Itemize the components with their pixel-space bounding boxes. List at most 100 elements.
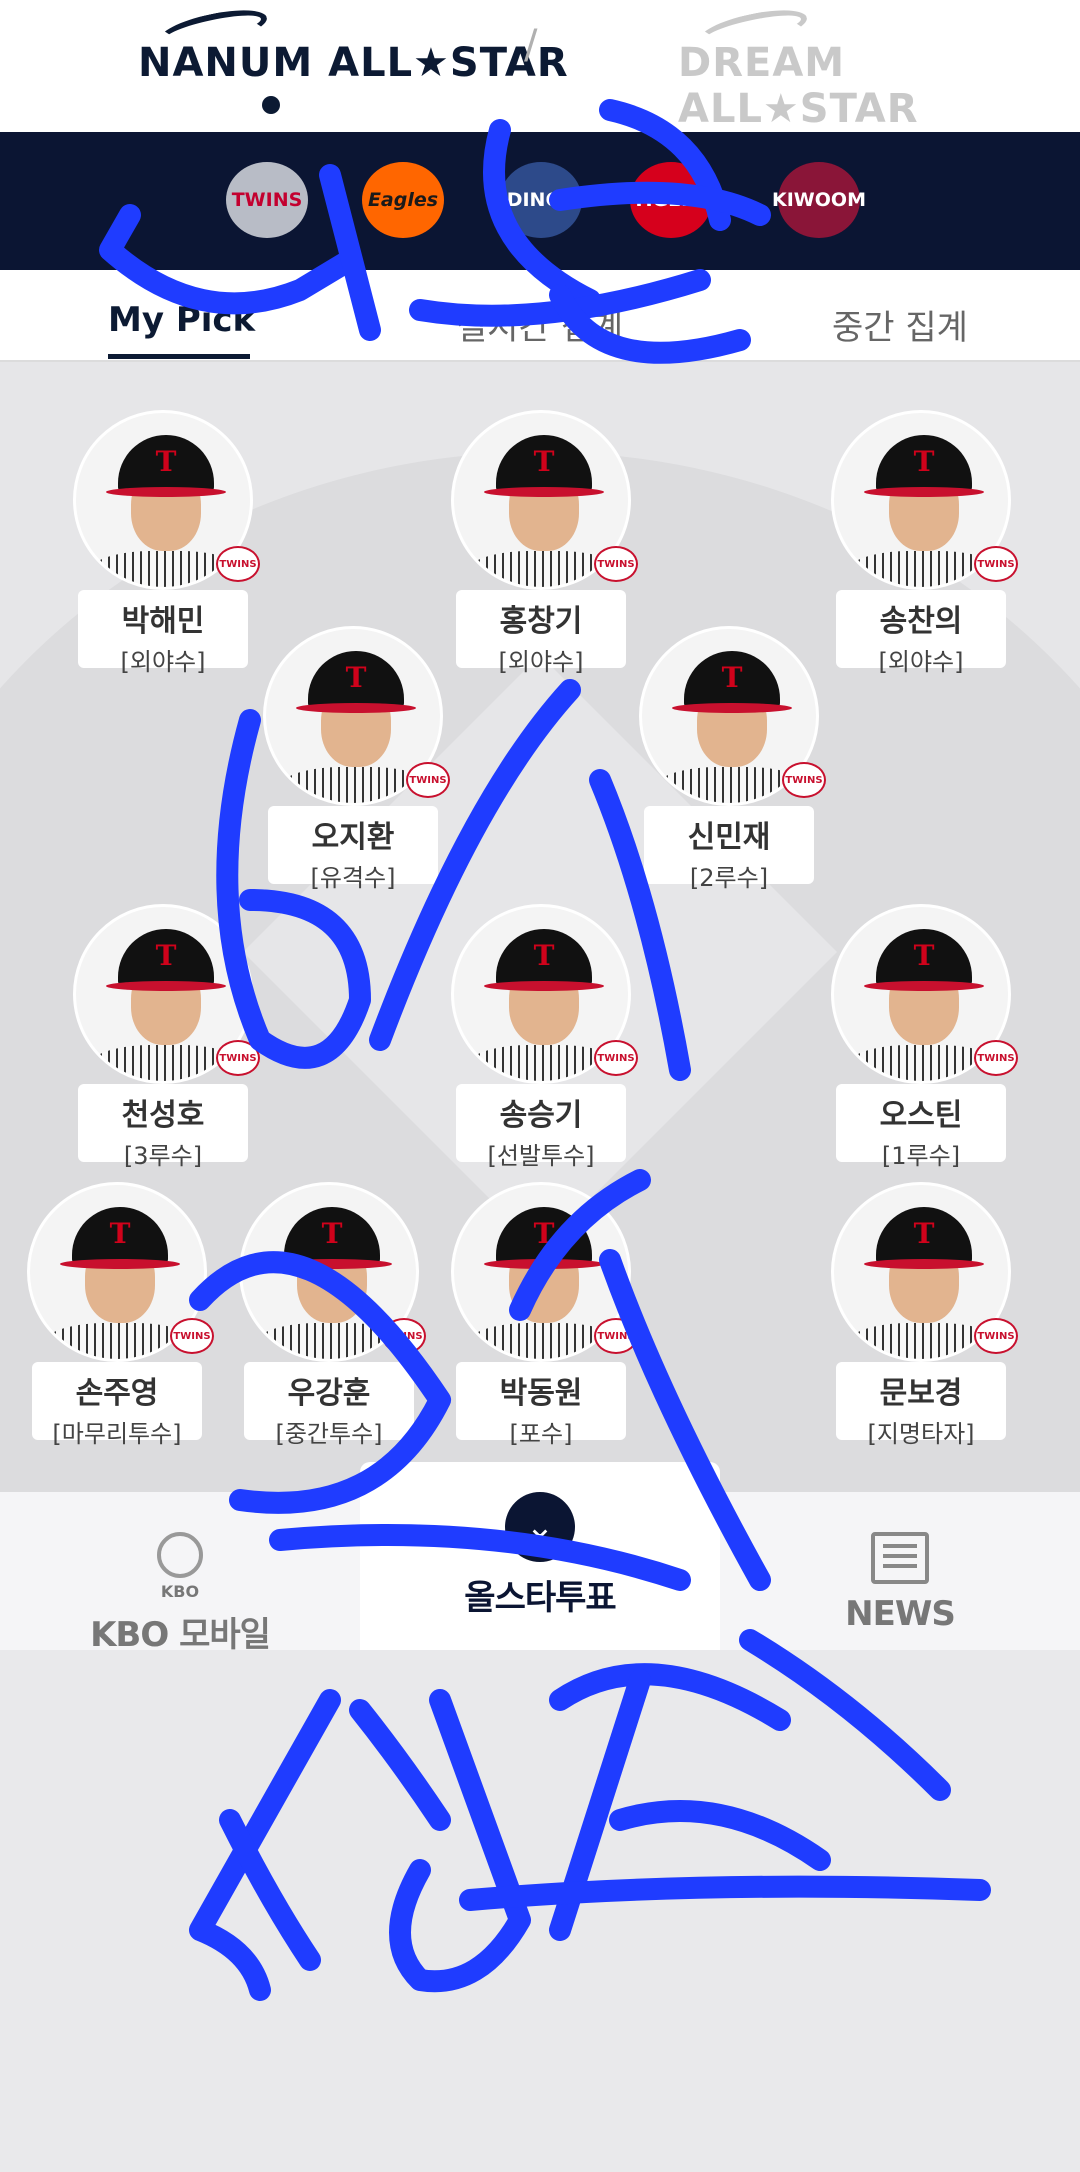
cap-logo-letter: T <box>155 939 177 972</box>
twins-badge-icon: TWINS <box>216 546 260 582</box>
cap-visor <box>272 1259 392 1269</box>
tab-interim[interactable]: 중간 집계 <box>832 300 968 349</box>
cap-icon: T <box>118 435 214 493</box>
tab-my-pick[interactable]: My Pick <box>108 300 255 340</box>
cap-icon: T <box>72 1207 168 1265</box>
player-nameplate: 박동원 [포수] <box>456 1362 626 1448</box>
player-position: [포수] <box>509 1420 573 1448</box>
player-name: 오지환 <box>311 820 395 855</box>
player-position: [유격수] <box>310 864 396 892</box>
player-nameplate: 문보경 [지명타자] <box>836 1362 1006 1448</box>
active-indicator-dot <box>262 96 280 114</box>
cap-icon: T <box>876 1207 972 1265</box>
player-position: [외야수] <box>878 648 964 676</box>
cap-logo-letter: T <box>533 445 555 478</box>
cap-logo-letter: T <box>533 939 555 972</box>
player-card[interactable]: T TWINS 홍창기 [외야수] <box>446 410 638 676</box>
active-tab-underline <box>108 354 250 359</box>
news-label: NEWS <box>845 1594 956 1634</box>
cap-logo-letter: T <box>913 445 935 478</box>
cap-logo-letter: T <box>109 1217 131 1250</box>
tab-realtime[interactable]: 실시간 집계 <box>456 300 623 349</box>
twins-badge-icon: TWINS <box>782 762 826 798</box>
dinos-logo[interactable]: DINOS <box>500 162 582 238</box>
twins-badge-icon: TWINS <box>216 1040 260 1076</box>
player-card[interactable]: T TWINS 송승기 [선발투수] <box>446 904 638 1170</box>
nanum-allstar-tab[interactable]: NANUM ALL★STAR <box>138 40 569 86</box>
player-card[interactable]: T TWINS 박동원 [포수] <box>446 1182 638 1448</box>
twins-badge-icon: TWINS <box>382 1318 426 1354</box>
player-name: 박동원 <box>499 1376 583 1411</box>
tigers-logo[interactable]: TIGERS <box>630 162 712 238</box>
player-card[interactable]: T TWINS 신민재 [2루수] <box>634 626 826 892</box>
allstar-vote-button[interactable]: ⌄ 올스타투표 <box>360 1462 720 1650</box>
player-card[interactable]: T TWINS 송찬의 [외야수] <box>826 410 1018 676</box>
player-nameplate: 홍창기 [외야수] <box>456 590 626 676</box>
cap-visor <box>106 487 226 497</box>
player-nameplate: 손주영 [마무리투수] <box>32 1362 202 1448</box>
dream-allstar-tab[interactable]: DREAM ALL★STAR <box>678 40 1080 132</box>
player-position: [선발투수] <box>487 1142 595 1170</box>
player-nameplate: 신민재 [2루수] <box>644 806 814 892</box>
player-card[interactable]: T TWINS 오지환 [유격수] <box>258 626 450 892</box>
cap-icon: T <box>496 1207 592 1265</box>
player-card[interactable]: T TWINS 손주영 [마무리투수] <box>22 1182 214 1448</box>
cap-visor <box>484 487 604 497</box>
team-logo-bar: TWINS Eagles DINOS TIGERS KIWOOM <box>0 132 1080 270</box>
cap-logo-letter: T <box>533 1217 555 1250</box>
chevron-down-icon[interactable]: ⌄ <box>505 1492 575 1562</box>
player-name: 문보경 <box>879 1376 963 1411</box>
cap-logo-letter: T <box>721 661 743 694</box>
kbo-logo-icon <box>157 1532 203 1578</box>
eagles-logo[interactable]: Eagles <box>362 162 444 238</box>
cap-visor <box>296 703 416 713</box>
baseball-field: T TWINS 박해민 [외야수] T TWINS 홍창기 [외야수] T TWINS 송찬의 [외야… <box>0 362 1080 1492</box>
cap-icon: T <box>876 929 972 987</box>
twins-badge-icon: TWINS <box>594 1318 638 1354</box>
allstar-vote-label: 올스타투표 <box>464 1578 616 1618</box>
cap-icon: T <box>284 1207 380 1265</box>
newspaper-icon <box>871 1532 929 1584</box>
kbo-mobile-button[interactable]: KBO KBO 모바일 <box>60 1532 300 1656</box>
twins-logo[interactable]: TWINS <box>226 162 308 238</box>
cap-visor <box>864 981 984 991</box>
player-position: [외야수] <box>498 648 584 676</box>
cap-icon: T <box>684 651 780 709</box>
cap-visor <box>484 981 604 991</box>
player-nameplate: 오스틴 [1루수] <box>836 1084 1006 1170</box>
twins-badge-icon: TWINS <box>974 546 1018 582</box>
player-card[interactable]: T TWINS 오스틴 [1루수] <box>826 904 1018 1170</box>
kiwoom-logo[interactable]: KIWOOM <box>772 162 866 238</box>
player-card[interactable]: T TWINS 우강훈 [중간투수] <box>234 1182 426 1448</box>
cap-visor <box>106 981 226 991</box>
twins-badge-icon: TWINS <box>974 1040 1018 1076</box>
player-position: [외야수] <box>120 648 206 676</box>
player-name: 송찬의 <box>879 604 963 639</box>
vote-tabs: My Pick 실시간 집계 중간 집계 <box>0 270 1080 362</box>
player-card[interactable]: T TWINS 천성호 [3루수] <box>68 904 260 1170</box>
player-name: 홍창기 <box>499 604 583 639</box>
player-position: [3루수] <box>123 1142 203 1170</box>
cap-visor <box>864 487 984 497</box>
player-position: [지명타자] <box>867 1420 975 1448</box>
player-nameplate: 송찬의 [외야수] <box>836 590 1006 676</box>
player-name: 우강훈 <box>287 1376 371 1411</box>
player-nameplate: 오지환 [유격수] <box>268 806 438 892</box>
news-button[interactable]: NEWS <box>780 1532 1020 1634</box>
player-position: [중간투수] <box>275 1420 383 1448</box>
player-nameplate: 송승기 [선발투수] <box>456 1084 626 1170</box>
cap-icon: T <box>308 651 404 709</box>
player-name: 박해민 <box>121 604 205 639</box>
player-card[interactable]: T TWINS 문보경 [지명타자] <box>826 1182 1018 1448</box>
player-name: 천성호 <box>121 1098 205 1133</box>
cap-logo-letter: T <box>321 1217 343 1250</box>
allstar-header: NANUM ALL★STAR / DREAM ALL★STAR <box>0 0 1080 132</box>
cap-logo-letter: T <box>155 445 177 478</box>
cap-visor <box>672 703 792 713</box>
twins-badge-icon: TWINS <box>594 546 638 582</box>
player-name: 오스틴 <box>879 1098 963 1133</box>
cap-visor <box>484 1259 604 1269</box>
player-card[interactable]: T TWINS 박해민 [외야수] <box>68 410 260 676</box>
cap-visor <box>864 1259 984 1269</box>
cap-logo-letter: T <box>913 939 935 972</box>
